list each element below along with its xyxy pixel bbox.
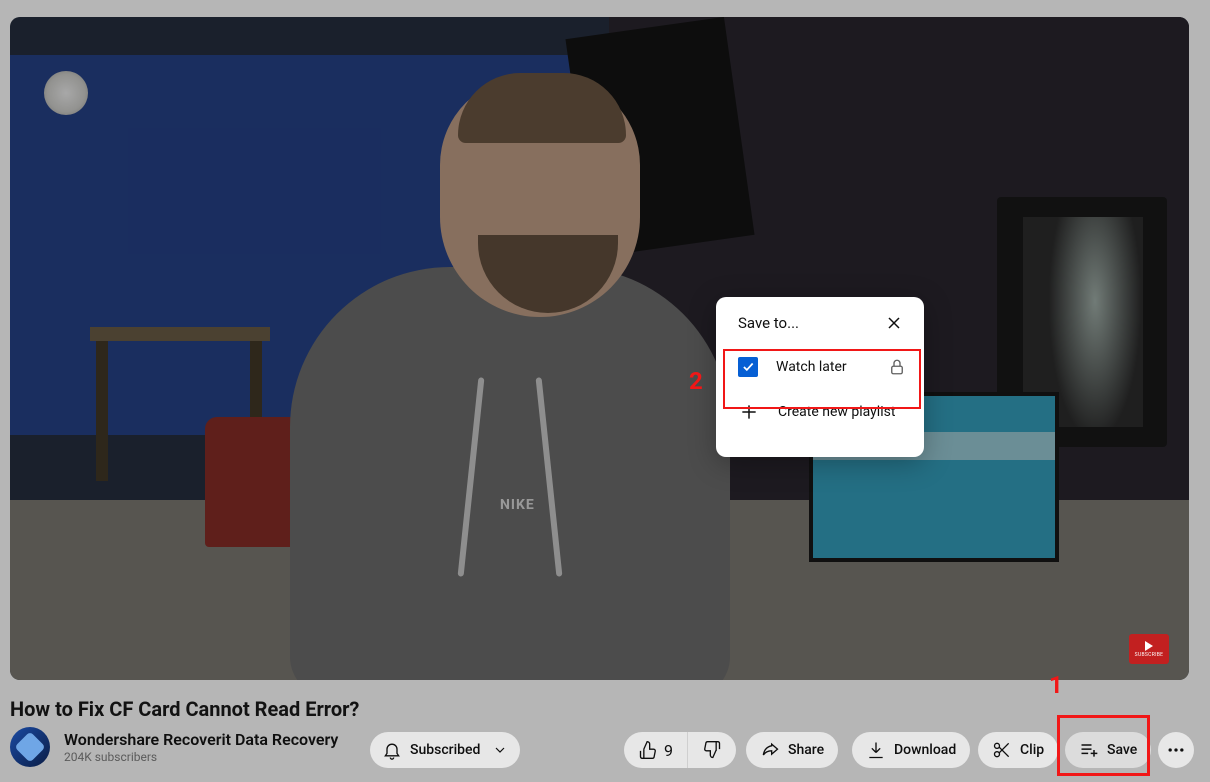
popup-title: Save to... <box>738 314 799 332</box>
share-label: Share <box>788 742 824 758</box>
save-label: Save <box>1107 742 1137 758</box>
channel-avatar[interactable] <box>10 727 50 767</box>
like-button[interactable]: 9 <box>624 732 688 768</box>
plus-icon <box>739 402 759 422</box>
subscribe-watermark[interactable]: SUBSCRIBE <box>1129 634 1169 664</box>
thumbs-up-icon <box>638 740 658 760</box>
thumbs-down-icon <box>702 740 722 760</box>
playlist-label: Watch later <box>776 359 870 375</box>
download-label: Download <box>894 742 956 758</box>
share-button[interactable]: Share <box>746 732 838 768</box>
video-scene: NIKE SUBSCRIBE <box>10 17 1189 680</box>
more-actions-button[interactable] <box>1158 732 1194 768</box>
annotation-number-1: 1 <box>1049 671 1063 699</box>
close-button[interactable] <box>882 311 906 335</box>
clip-button[interactable]: Clip <box>978 732 1058 768</box>
create-playlist-row[interactable]: Create new playlist <box>716 389 924 435</box>
checkbox-checked[interactable] <box>738 357 758 377</box>
like-count: 9 <box>664 741 673 760</box>
ellipsis-icon <box>1166 740 1186 760</box>
save-button[interactable]: Save <box>1065 732 1151 768</box>
channel-name[interactable]: Wondershare Recoverit Data Recovery <box>64 730 338 750</box>
playlist-add-icon <box>1079 740 1099 760</box>
download-icon <box>866 740 886 760</box>
scissors-icon <box>992 740 1012 760</box>
subscribed-button[interactable]: Subscribed <box>370 732 520 768</box>
subscribe-watermark-label: SUBSCRIBE <box>1135 652 1164 658</box>
share-icon <box>760 740 780 760</box>
annotation-number-2: 2 <box>689 367 703 395</box>
channel-subscribers: 204K subscribers <box>64 750 338 765</box>
subscribed-label: Subscribed <box>410 742 480 758</box>
close-icon <box>884 313 904 333</box>
video-player[interactable]: NIKE SUBSCRIBE <box>10 17 1189 680</box>
check-icon <box>741 360 755 374</box>
create-playlist-label: Create new playlist <box>778 404 906 420</box>
bell-icon <box>382 740 402 760</box>
playlist-row-watch-later[interactable]: Watch later <box>716 345 924 389</box>
download-button[interactable]: Download <box>852 732 970 768</box>
video-title: How to Fix CF Card Cannot Read Error? <box>10 697 359 721</box>
like-dislike-group: 9 <box>624 732 736 768</box>
save-to-popup: Save to... Watch later Create new playli… <box>716 297 924 457</box>
lock-icon <box>888 358 906 376</box>
dislike-button[interactable] <box>688 732 736 768</box>
clip-label: Clip <box>1020 742 1044 758</box>
channel-row: Wondershare Recoverit Data Recovery 204K… <box>10 727 338 767</box>
chevron-down-icon <box>492 742 508 758</box>
